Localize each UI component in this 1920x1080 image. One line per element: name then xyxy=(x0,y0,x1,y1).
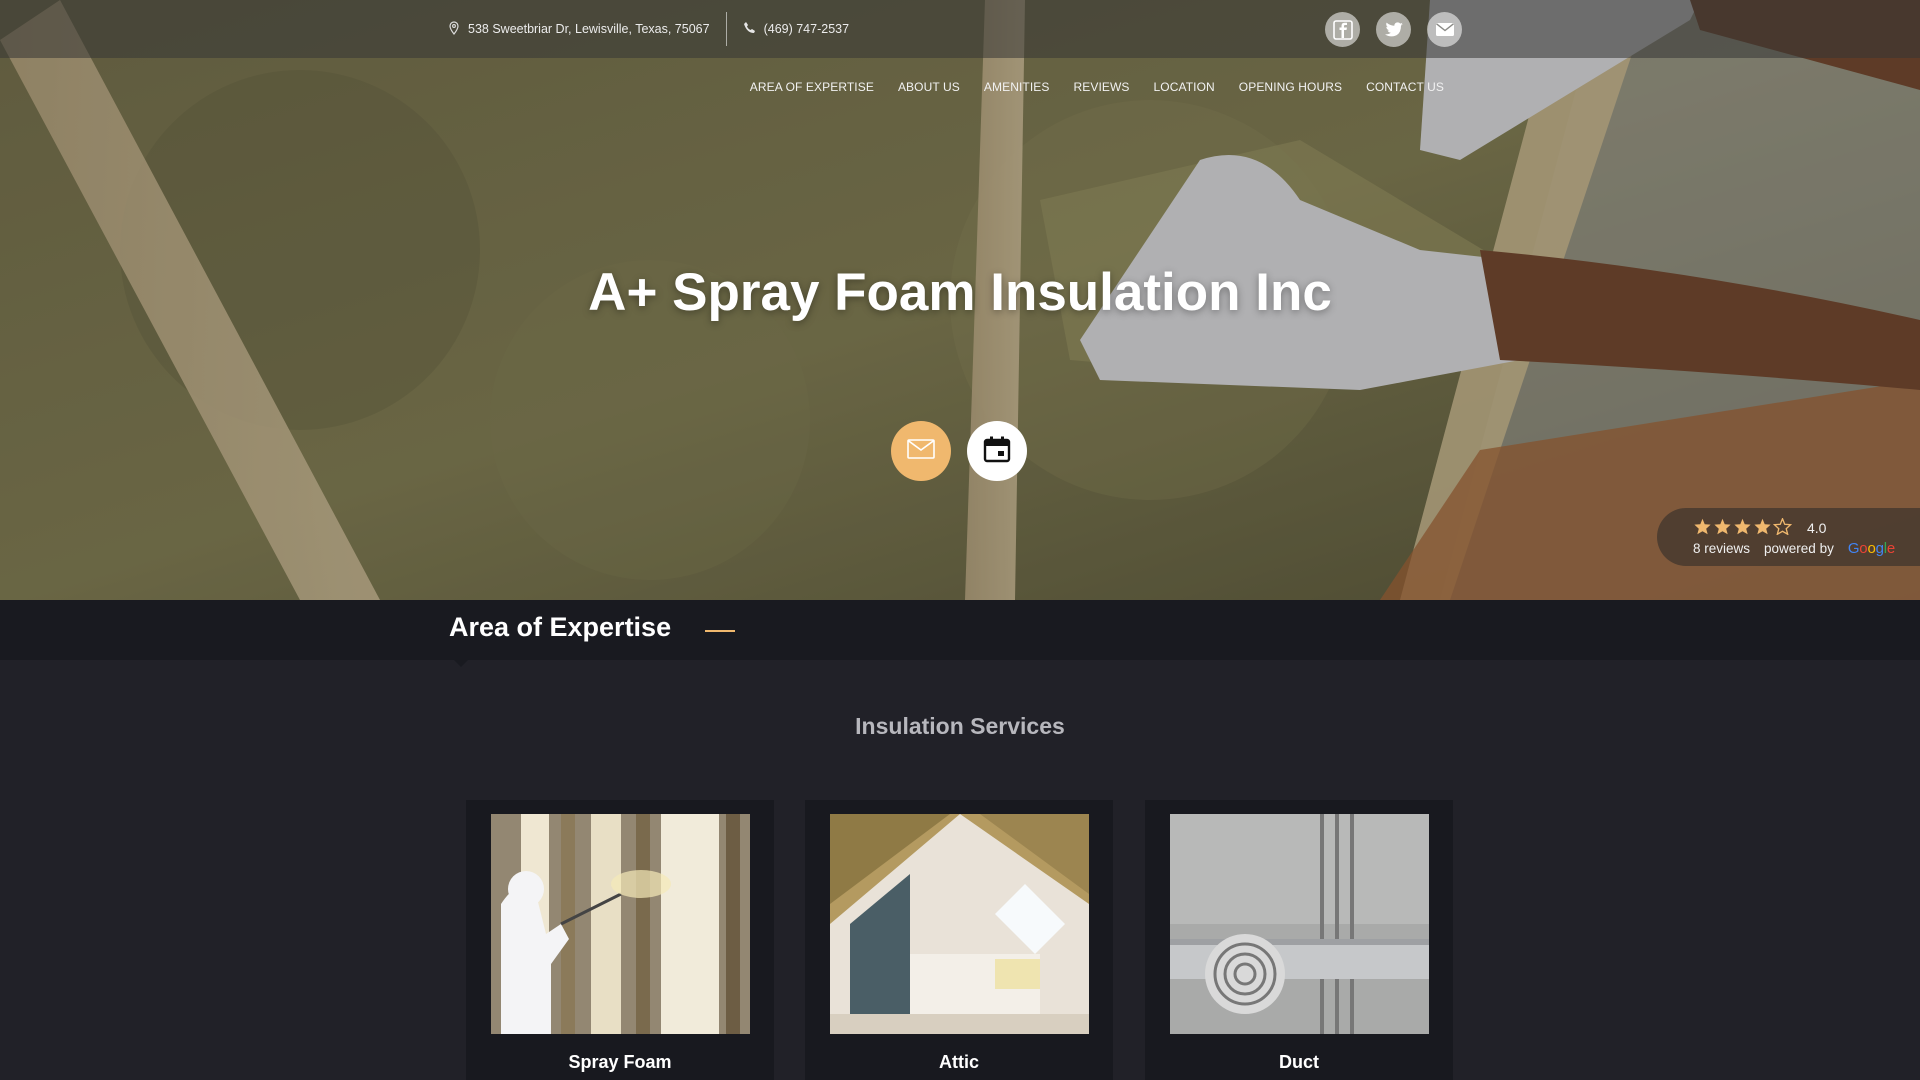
social-links xyxy=(1325,12,1462,47)
nav-item-amenities[interactable]: AMENITIES xyxy=(984,80,1050,94)
service-label: Spray Foam xyxy=(568,1052,672,1072)
section-title: Area of Expertise xyxy=(449,612,672,642)
address[interactable]: 538 Sweetbriar Dr, Lewisville, Texas, 75… xyxy=(448,20,710,38)
main-nav: AREA OF EXPERTISE ABOUT US AMENITIES REV… xyxy=(750,80,1444,94)
divider xyxy=(725,12,727,46)
address-text: 538 Sweetbriar Dr, Lewisville, Texas, 75… xyxy=(468,22,710,36)
star-rating xyxy=(1693,516,1793,538)
review-count: 8 reviews xyxy=(1693,541,1751,556)
service-card-attic[interactable]: Attic xyxy=(805,800,1113,1080)
star-filled-icon xyxy=(1694,518,1711,535)
powered-by-label: powered by xyxy=(1764,541,1834,556)
mail-icon[interactable] xyxy=(1427,12,1462,47)
hero-section: 538 Sweetbriar Dr, Lewisville, Texas, 75… xyxy=(0,0,1920,600)
rating-score: 4.0 xyxy=(1807,520,1827,536)
rating-meta: 8 reviews powered by Google xyxy=(1693,540,1920,557)
rating-stars-row: 4.0 xyxy=(1693,516,1920,538)
book-appointment-button[interactable] xyxy=(967,421,1027,481)
services-subtitle: Insulation Services xyxy=(855,713,1065,739)
hero-title: A+ Spray Foam Insulation Inc xyxy=(588,263,1332,322)
location-pin-icon xyxy=(448,20,460,38)
phone-icon xyxy=(743,21,756,37)
nav-item-opening-hours[interactable]: OPENING HOURS xyxy=(1239,80,1342,94)
duct-image xyxy=(1170,814,1429,1034)
service-label: Duct xyxy=(1279,1052,1319,1072)
nav-item-location[interactable]: LOCATION xyxy=(1154,80,1215,94)
star-filled-icon xyxy=(1714,518,1731,535)
facebook-icon[interactable] xyxy=(1325,12,1360,47)
title-accent-line xyxy=(705,630,735,632)
section-pointer xyxy=(453,659,469,667)
contact-info: 538 Sweetbriar Dr, Lewisville, Texas, 75… xyxy=(448,0,849,58)
star-empty-icon xyxy=(1772,516,1793,536)
phone-text: (469) 747-2537 xyxy=(763,22,850,36)
google-logo: Google xyxy=(1847,540,1896,557)
spray-foam-image xyxy=(491,814,750,1034)
star-filled-icon xyxy=(1734,518,1751,535)
phone-link[interactable]: (469) 747-2537 xyxy=(743,21,849,37)
service-label: Attic xyxy=(939,1052,979,1072)
top-bar: 538 Sweetbriar Dr, Lewisville, Texas, 75… xyxy=(0,0,1920,58)
email-button[interactable] xyxy=(891,421,951,481)
mail-icon xyxy=(907,438,935,464)
twitter-icon[interactable] xyxy=(1376,12,1411,47)
service-card-duct[interactable]: Duct xyxy=(1145,800,1453,1080)
nav-item-about-us[interactable]: ABOUT US xyxy=(898,80,960,94)
nav-item-reviews[interactable]: REVIEWS xyxy=(1073,80,1129,94)
nav-item-area-of-expertise[interactable]: AREA OF EXPERTISE xyxy=(750,80,874,94)
star-filled-icon xyxy=(1754,518,1771,535)
calendar-icon xyxy=(983,435,1011,468)
service-card-spray-foam[interactable]: Spray Foam xyxy=(466,800,774,1080)
nav-item-contact-us[interactable]: CONTACT US xyxy=(1366,80,1444,94)
google-rating-widget[interactable]: 4.0 8 reviews powered by Google xyxy=(1657,508,1920,566)
section-header-bar xyxy=(0,600,1920,660)
attic-image xyxy=(830,814,1089,1034)
